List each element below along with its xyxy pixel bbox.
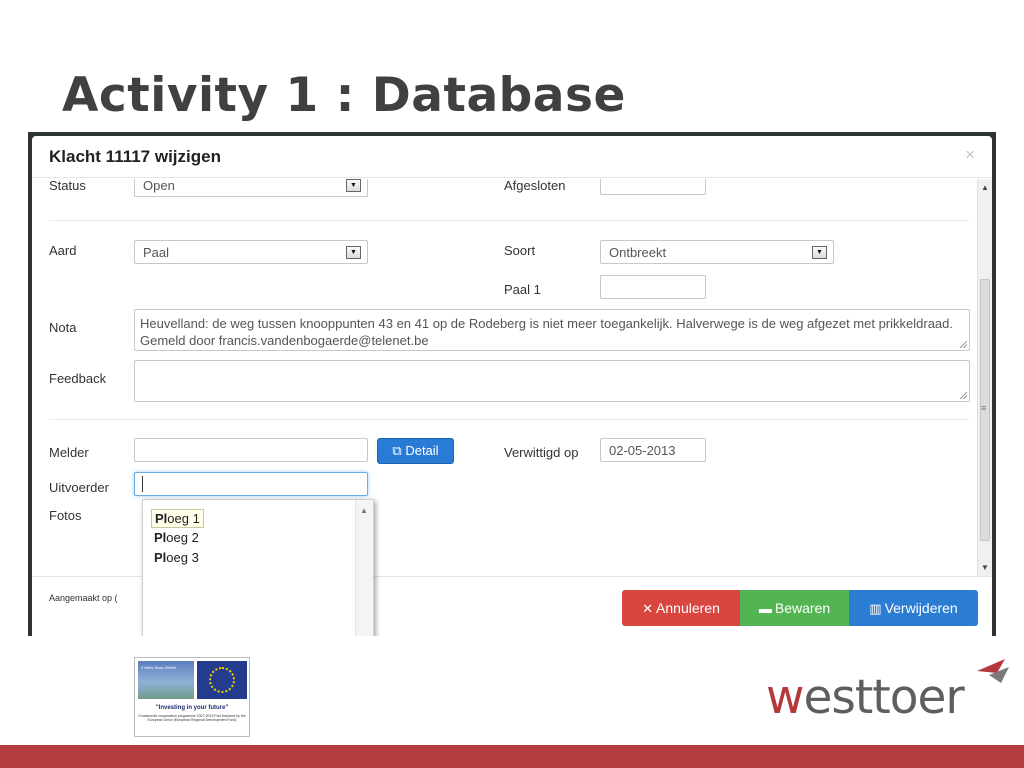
bottom-bar <box>0 745 1024 768</box>
soort-value: Ontbreekt <box>609 245 667 260</box>
external-link-icon: ⧉ <box>392 443 402 458</box>
afgesloten-input[interactable] <box>600 179 706 195</box>
divider <box>49 419 969 420</box>
edit-complaint-modal: Klacht 11117 wijzigen × Status Open ▼ Af… <box>32 136 992 636</box>
aard-select[interactable]: Paal ▼ <box>134 240 368 264</box>
modal-header: Klacht 11117 wijzigen × <box>32 136 992 178</box>
save-button[interactable]: ▬ Bewaren <box>740 590 849 626</box>
modal-title: Klacht 11117 wijzigen <box>49 147 221 166</box>
verwittigd-label: Verwittigd op <box>504 445 579 460</box>
detail-button[interactable]: ⧉ Detail <box>377 438 454 464</box>
autocomplete-option[interactable]: Ploeg 1 <box>151 509 204 528</box>
cancel-button[interactable]: ✕ Annuleren <box>622 590 740 626</box>
westtoer-bird-icon <box>977 659 1009 683</box>
floppy-icon: ▬ <box>758 601 772 616</box>
text-caret <box>142 476 143 492</box>
nota-value: Heuvelland: de weg tussen knooppunten 43… <box>140 316 954 348</box>
slide-title: Activity 1 : Database <box>62 68 626 123</box>
nota-textarea[interactable]: Heuvelland: de weg tussen knooppunten 43… <box>134 309 970 351</box>
melder-label: Melder <box>49 445 89 460</box>
soort-select[interactable]: Ontbreekt ▼ <box>600 240 834 264</box>
status-label: Status <box>49 179 86 193</box>
uitvoerder-label: Uitvoerder <box>49 480 109 495</box>
eu-tagline: "Investing in your future" <box>155 705 229 711</box>
autocomplete-option[interactable]: Ploeg 3 <box>151 549 202 566</box>
aard-value: Paal <box>143 245 170 260</box>
app-screenshot: Klacht 11117 wijzigen × Status Open ▼ Af… <box>28 132 996 636</box>
eu-stars <box>209 667 235 693</box>
resize-grip-icon[interactable] <box>960 392 967 399</box>
afgesloten-label: Afgesloten <box>504 179 566 193</box>
delete-button-label: Verwijderen <box>884 600 958 616</box>
autocomplete-option[interactable]: Ploeg 2 <box>151 529 202 546</box>
verwittigd-input[interactable]: 02-05-2013 <box>600 438 706 462</box>
close-icon[interactable]: × <box>965 145 975 165</box>
uitvoerder-input[interactable] <box>134 472 368 496</box>
nota-label: Nota <box>49 320 77 335</box>
x-icon: ✕ <box>642 601 654 616</box>
resize-grip-icon[interactable] <box>960 341 967 348</box>
eu-photo: 2 Mers Seas Zeeën <box>138 661 194 699</box>
verwittigd-value: 02-05-2013 <box>609 443 676 458</box>
status-select[interactable]: Open ▼ <box>134 179 368 197</box>
save-button-label: Bewaren <box>774 600 831 616</box>
eu-flag-icon <box>197 661 247 699</box>
detail-button-label: Detail <box>405 443 439 458</box>
melder-input[interactable] <box>134 438 368 462</box>
scroll-up-icon[interactable]: ▲ <box>981 183 989 192</box>
eu-small-print: Crossborder cooperation programme 2007-2… <box>138 714 246 722</box>
chevron-down-icon: ▼ <box>346 179 361 192</box>
chevron-down-icon: ▼ <box>346 246 361 259</box>
uitvoerder-autocomplete: Ploeg 1 Ploeg 2 Ploeg 3 ▲ <box>142 499 374 636</box>
status-value: Open <box>143 179 175 193</box>
dropdown-scrollbar[interactable]: ▲ <box>355 500 373 636</box>
chevron-down-icon: ▼ <box>812 246 827 259</box>
westtoer-logo: westtoer <box>766 670 965 725</box>
scroll-up-icon[interactable]: ▲ <box>360 506 368 515</box>
paal1-label: Paal 1 <box>504 282 541 297</box>
trash-icon: ▥ <box>869 601 882 616</box>
divider <box>49 220 969 221</box>
cancel-button-label: Annuleren <box>656 600 720 616</box>
paal1-input[interactable] <box>600 275 706 299</box>
scroll-down-icon[interactable]: ▼ <box>981 563 989 572</box>
grip-icon: ≡ <box>981 403 987 413</box>
delete-button[interactable]: ▥ Verwijderen <box>849 590 978 626</box>
soort-label: Soort <box>504 243 536 258</box>
feedback-label: Feedback <box>49 371 107 386</box>
aard-label: Aard <box>49 243 77 258</box>
eu-interreg-logo: 2 Mers Seas Zeeën "Investing in your fut… <box>134 657 250 737</box>
created-note: Aangemaakt op ( <box>49 593 118 603</box>
feedback-textarea[interactable] <box>134 360 970 402</box>
modal-scrollbar[interactable]: ▲ ≡ ▼ <box>977 179 992 576</box>
fotos-label: Fotos <box>49 508 82 523</box>
